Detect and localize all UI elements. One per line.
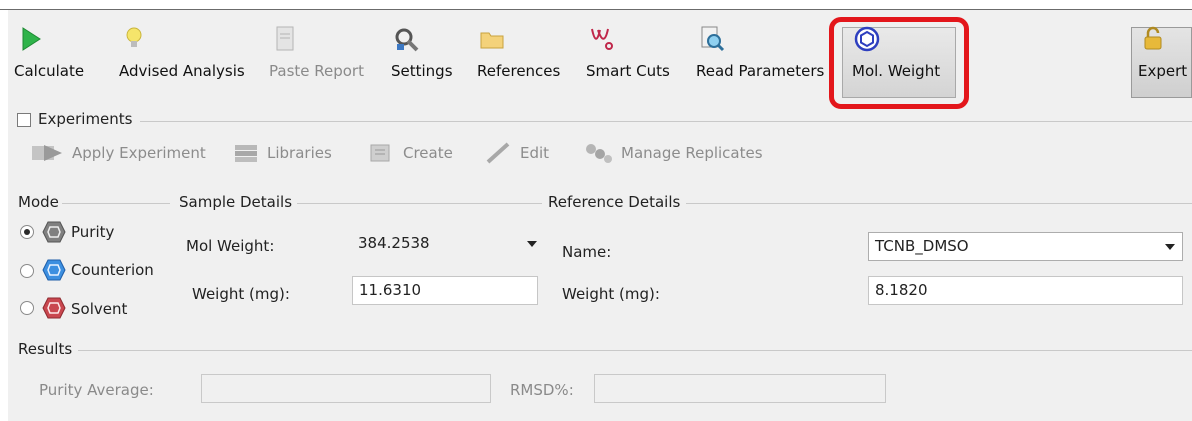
mode-divider xyxy=(60,203,170,204)
experiments-checkbox[interactable] xyxy=(17,113,31,127)
results-divider xyxy=(78,350,1192,351)
expert-button[interactable]: Expert xyxy=(1138,24,1187,80)
document-icon xyxy=(276,26,294,51)
reference-name-combobox[interactable]: TCNB_DMSO xyxy=(868,232,1183,261)
rmsd-field xyxy=(594,374,886,403)
solvent-hexagon-icon xyxy=(42,297,66,319)
pencil-icon xyxy=(486,142,510,164)
apply-arrow-icon xyxy=(32,145,62,161)
apply-experiment-button[interactable]: Apply Experiment xyxy=(30,142,206,164)
mode-title: Mode xyxy=(18,193,62,211)
radio-solvent[interactable] xyxy=(20,301,34,315)
purity-average-label: Purity Average: xyxy=(39,381,154,399)
create-button[interactable]: Create xyxy=(367,142,453,164)
reference-divider xyxy=(686,203,1192,204)
sample-details-title: Sample Details xyxy=(179,193,296,211)
advised-analysis-button[interactable]: Advised Analysis xyxy=(119,24,245,80)
purity-hexagon-icon xyxy=(42,221,66,243)
sample-weight-input[interactable]: 11.6310 xyxy=(352,276,538,305)
books-icon xyxy=(235,145,257,162)
padlock-icon xyxy=(1144,26,1162,50)
chevron-down-icon xyxy=(1165,244,1175,250)
replicates-icon xyxy=(586,144,612,163)
highlight-box xyxy=(829,17,969,109)
references-button[interactable]: References xyxy=(477,24,560,80)
sample-divider xyxy=(297,203,542,204)
calculate-button[interactable]: Calculate xyxy=(14,24,84,80)
chevron-down-icon xyxy=(527,241,537,247)
create-icon xyxy=(370,144,390,162)
magnifier-document-icon xyxy=(701,26,725,52)
folder-icon xyxy=(480,32,504,49)
libraries-button[interactable]: Libraries xyxy=(233,142,332,164)
smart-cuts-button[interactable]: Smart Cuts xyxy=(586,24,670,80)
reference-weight-input[interactable]: 8.1820 xyxy=(868,276,1183,305)
reference-details-title: Reference Details xyxy=(548,193,684,211)
sample-weight-label: Weight (mg): xyxy=(192,285,290,303)
mode-counterion-label[interactable]: Counterion xyxy=(71,261,154,279)
radio-purity[interactable] xyxy=(20,225,34,239)
scissors-icon xyxy=(591,28,613,50)
paste-report-button[interactable]: Paste Report xyxy=(269,24,364,80)
read-parameters-button[interactable]: Read Parameters xyxy=(696,24,824,80)
mode-solvent-label[interactable]: Solvent xyxy=(71,300,127,318)
mol-weight-value: 384.2538 xyxy=(358,234,430,252)
experiments-divider xyxy=(140,121,1192,122)
edit-button[interactable]: Edit xyxy=(484,142,549,164)
settings-button[interactable]: Settings xyxy=(391,24,453,80)
radio-counterion[interactable] xyxy=(20,264,34,278)
mol-weight-label: Mol Weight: xyxy=(186,237,275,255)
lightbulb-icon xyxy=(126,27,142,47)
results-title: Results xyxy=(18,340,76,358)
mol-weight-combobox[interactable]: 384.2538 xyxy=(352,230,544,256)
reference-name-label: Name: xyxy=(562,243,612,261)
tools-icon xyxy=(395,28,419,52)
manage-replicates-button[interactable]: Manage Replicates xyxy=(583,142,763,164)
play-icon xyxy=(22,27,41,51)
rmsd-label: RMSD%: xyxy=(510,381,574,399)
mode-purity-label[interactable]: Purity xyxy=(71,223,114,241)
counterion-hexagon-icon xyxy=(42,259,66,281)
reference-weight-label: Weight (mg): xyxy=(562,285,660,303)
reference-name-value: TCNB_DMSO xyxy=(875,237,969,255)
experiments-title: Experiments xyxy=(38,110,136,128)
purity-average-field xyxy=(201,374,491,403)
